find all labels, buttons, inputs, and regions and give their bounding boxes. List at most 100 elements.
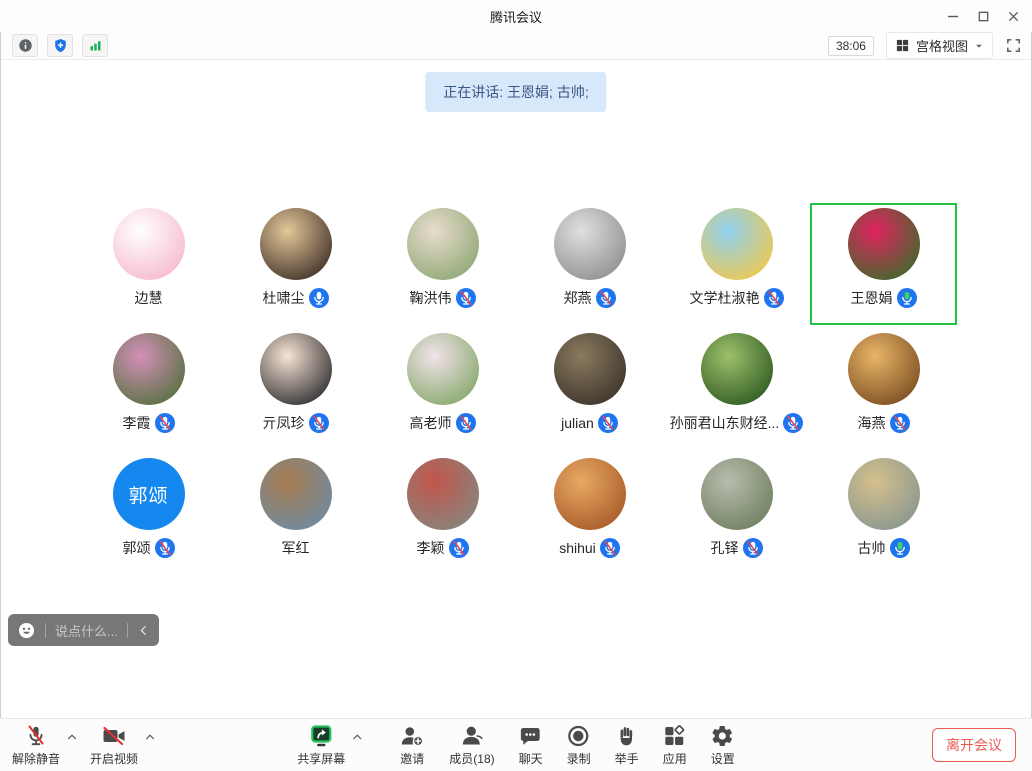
share-screen-options-caret[interactable] xyxy=(351,731,363,743)
participants-grid: 边慧 杜啸尘 鞠洪伟郑燕 文学杜淑艳王恩娟李霞亓凤珍 高老师 julian 孙丽君山东财经.… xyxy=(75,203,959,578)
participant-tile[interactable]: 文学杜淑艳 xyxy=(663,203,810,325)
close-button[interactable] xyxy=(998,0,1028,32)
tool-group-raise-hand: 举手 xyxy=(615,723,639,767)
toolbar-right-group: 38:06 宫格视图 xyxy=(828,32,1022,59)
participant-name: 高老师 xyxy=(410,413,452,433)
participant-avatar xyxy=(701,333,773,405)
camera-off-options-caret[interactable] xyxy=(144,731,156,743)
titlebar: 腾讯会议 xyxy=(0,0,1032,32)
share-screen-label: 共享屏幕 xyxy=(297,750,345,767)
mic-muted-icon xyxy=(596,288,616,308)
participant-tile[interactable]: julian xyxy=(516,328,663,450)
settings-button[interactable]: 设置 xyxy=(711,723,735,767)
grid-view-icon xyxy=(895,38,910,53)
participant-avatar xyxy=(407,333,479,405)
bottom-toolbar: 解除静音 开启视频 共享屏幕 邀请 成员(18) 聊天录制 举手应用 设置 离开会议 xyxy=(0,718,1032,771)
fullscreen-button[interactable] xyxy=(1005,37,1022,54)
participant-name-row: 郑燕 xyxy=(564,288,616,308)
participant-tile-active-speaker[interactable]: 王恩娟 xyxy=(810,203,957,325)
participant-name-row: 亓凤珍 xyxy=(263,413,329,433)
mic-muted-icon xyxy=(456,413,476,433)
members-button[interactable]: 成员(18) xyxy=(449,723,494,767)
security-button[interactable] xyxy=(47,34,73,57)
participant-name: 郑燕 xyxy=(564,288,592,308)
participant-tile[interactable]: 鞠洪伟 xyxy=(369,203,516,325)
maximize-button[interactable] xyxy=(968,0,998,32)
camera-off-button[interactable]: 开启视频 xyxy=(90,723,138,767)
raise-hand-button[interactable]: 举手 xyxy=(615,723,639,767)
participant-tile[interactable]: 李霞 xyxy=(75,328,222,450)
participant-avatar xyxy=(554,333,626,405)
participant-name: 孙丽君山东财经... xyxy=(670,413,780,433)
mic-off-label: 解除静音 xyxy=(12,750,60,767)
mic-muted-icon xyxy=(449,538,469,558)
participant-tile[interactable]: 亓凤珍 xyxy=(222,328,369,450)
apps-button[interactable]: 应用 xyxy=(663,723,687,767)
participant-avatar xyxy=(701,208,773,280)
apps-label: 应用 xyxy=(663,750,687,767)
record-label: 录制 xyxy=(567,750,591,767)
mic-off-options-caret[interactable] xyxy=(66,731,78,743)
network-status-button[interactable] xyxy=(82,34,108,57)
emoji-button[interactable] xyxy=(17,621,36,640)
participant-tile[interactable]: shihui xyxy=(516,453,663,575)
participant-name: 海燕 xyxy=(858,413,886,433)
camera-off-icon xyxy=(101,723,127,749)
participant-name-row: julian xyxy=(561,413,618,433)
participant-avatar xyxy=(113,333,185,405)
participant-tile[interactable]: 古帅 xyxy=(810,453,957,575)
participant-tile[interactable]: 杜啸尘 xyxy=(222,203,369,325)
mic-muted-icon xyxy=(890,413,910,433)
participant-name-row: 孙丽君山东财经... xyxy=(670,413,804,433)
participant-avatar xyxy=(848,458,920,530)
participant-tile[interactable]: 李颖 xyxy=(369,453,516,575)
layout-view-selector[interactable]: 宫格视图 xyxy=(886,32,993,59)
camera-off-label: 开启视频 xyxy=(90,750,138,767)
share-screen-icon xyxy=(308,723,334,749)
mic-off-icon xyxy=(24,723,48,749)
smiley-emoji-icon xyxy=(17,621,36,640)
participant-tile[interactable]: 孙丽君山东财经... xyxy=(663,328,810,450)
chat-button[interactable]: 聊天 xyxy=(519,723,543,767)
participant-tile[interactable]: 郑燕 xyxy=(516,203,663,325)
participant-name: 杜啸尘 xyxy=(263,288,305,308)
collapse-chat-button[interactable] xyxy=(137,624,150,637)
participant-name-row: 郭颂 xyxy=(123,538,175,558)
participant-tile[interactable]: 边慧 xyxy=(75,203,222,325)
participant-tile[interactable]: 军红 xyxy=(222,453,369,575)
participant-tile[interactable]: 海燕 xyxy=(810,328,957,450)
record-button[interactable]: 录制 xyxy=(567,723,591,767)
participant-name: 边慧 xyxy=(135,288,163,308)
grid-row: 边慧 杜啸尘 鞠洪伟郑燕 文学杜淑艳王恩娟 xyxy=(75,203,959,328)
mic-muted-icon xyxy=(600,538,620,558)
participant-name-row: 孔铎 xyxy=(711,538,763,558)
members-label: 成员(18) xyxy=(449,750,494,767)
participant-avatar xyxy=(407,458,479,530)
window-controls xyxy=(938,0,1028,32)
participant-avatar xyxy=(113,208,185,280)
participant-name: shihui xyxy=(559,540,596,556)
participant-tile[interactable]: 孔铎 xyxy=(663,453,810,575)
participant-tile[interactable]: 高老师 xyxy=(369,328,516,450)
active-speaker-banner: 正在讲话: 王恩娟; 古帅; xyxy=(425,72,606,112)
invite-button[interactable]: 邀请 xyxy=(399,723,425,767)
mic-speaking-icon xyxy=(890,538,910,558)
invite-label: 邀请 xyxy=(400,750,424,767)
minimize-button[interactable] xyxy=(938,0,968,32)
meeting-info-button[interactable] xyxy=(12,34,38,57)
leave-meeting-button[interactable]: 离开会议 xyxy=(932,728,1016,762)
network-signal-icon xyxy=(88,38,103,53)
mic-off-button[interactable]: 解除静音 xyxy=(12,723,60,767)
participant-name-row: 王恩娟 xyxy=(851,288,917,308)
participant-tile[interactable]: 郭颂郭颂 xyxy=(75,453,222,575)
mic-muted-icon xyxy=(309,413,329,433)
bottom-toolbar-left: 解除静音 开启视频 xyxy=(12,719,168,771)
share-screen-button[interactable]: 共享屏幕 xyxy=(297,723,345,767)
participant-name-row: shihui xyxy=(559,538,620,558)
mic-muted-icon xyxy=(155,413,175,433)
layout-view-label: 宫格视图 xyxy=(916,36,968,55)
participant-name: julian xyxy=(561,415,594,431)
participant-avatar xyxy=(260,458,332,530)
participant-name: 郭颂 xyxy=(123,538,151,558)
chat-input-placeholder[interactable]: 说点什么... xyxy=(55,621,118,640)
